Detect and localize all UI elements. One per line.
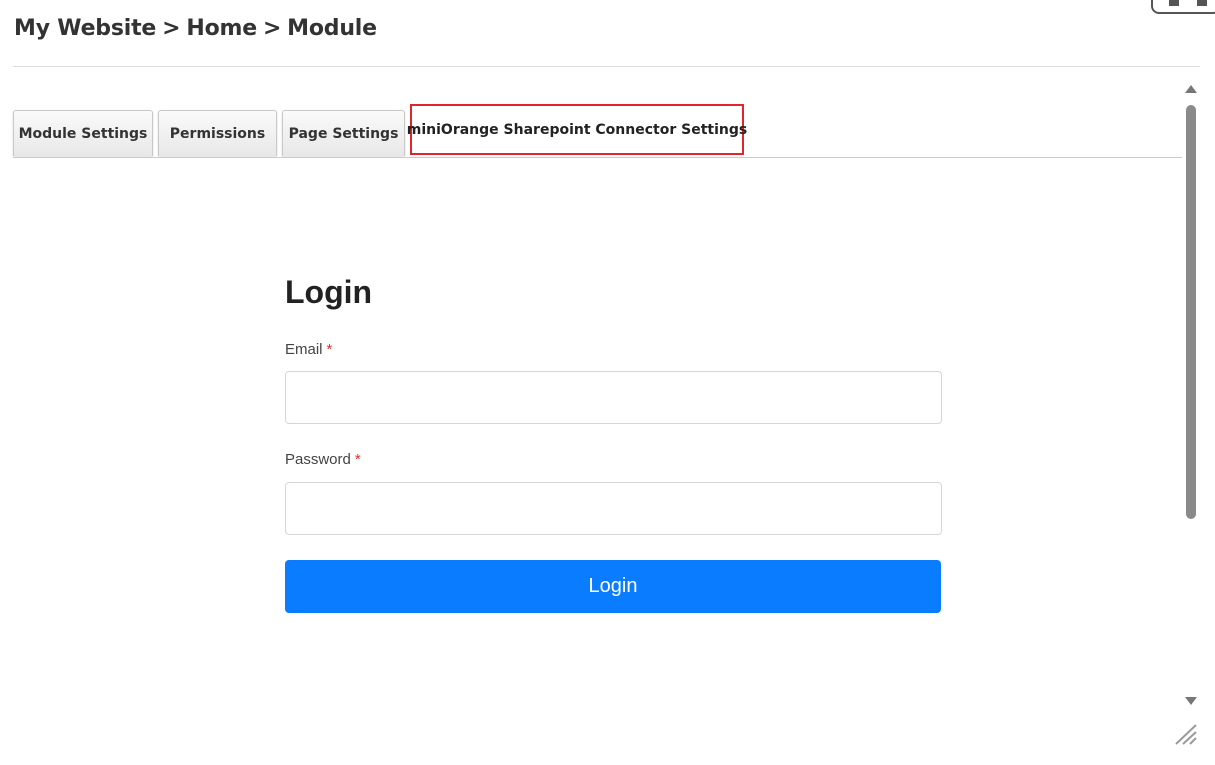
triangle-down-icon[interactable] [1185, 697, 1197, 705]
tab-permissions[interactable]: Permissions [158, 110, 277, 156]
password-label-text: Password [285, 451, 351, 468]
tab-sharepoint-connector-settings[interactable]: miniOrange Sharepoint Connector Settings [407, 104, 747, 155]
scrollbar-thumb[interactable] [1186, 105, 1196, 519]
resize-grip-icon[interactable] [1173, 722, 1199, 746]
tab-bar-baseline [13, 157, 1182, 158]
vertical-scrollbar[interactable] [1183, 80, 1199, 712]
password-field[interactable] [285, 482, 942, 535]
email-label-text: Email [285, 341, 323, 358]
login-button[interactable]: Login [285, 560, 941, 613]
breadcrumb-item-module: Module [287, 16, 377, 41]
header-divider [13, 66, 1200, 67]
email-label: Email * [285, 341, 332, 358]
required-marker: * [326, 341, 333, 358]
window-control-icon [1197, 0, 1207, 6]
triangle-up-icon[interactable] [1185, 85, 1197, 93]
login-form: Login Email * Password * Login [285, 260, 942, 613]
breadcrumb-separator: > [162, 16, 181, 41]
password-label: Password * [285, 451, 361, 468]
tab-page-settings[interactable]: Page Settings [282, 110, 405, 156]
page: My Website > Home > Module Module Settings P… [0, 0, 1215, 765]
breadcrumb-separator: > [262, 16, 282, 41]
email-field[interactable] [285, 371, 942, 424]
required-marker: * [354, 451, 361, 468]
window-control-icon [1169, 0, 1179, 6]
tab-bar: Module Settings Permissions Page Setting… [13, 104, 1183, 158]
login-title: Login [285, 274, 373, 310]
tab-module-settings[interactable]: Module Settings [13, 110, 153, 156]
breadcrumb: My Website > Home > Module [14, 16, 377, 41]
breadcrumb-item-home[interactable]: Home [186, 16, 257, 41]
window-control[interactable] [1151, 0, 1215, 14]
breadcrumb-item-website[interactable]: My Website [14, 16, 156, 41]
